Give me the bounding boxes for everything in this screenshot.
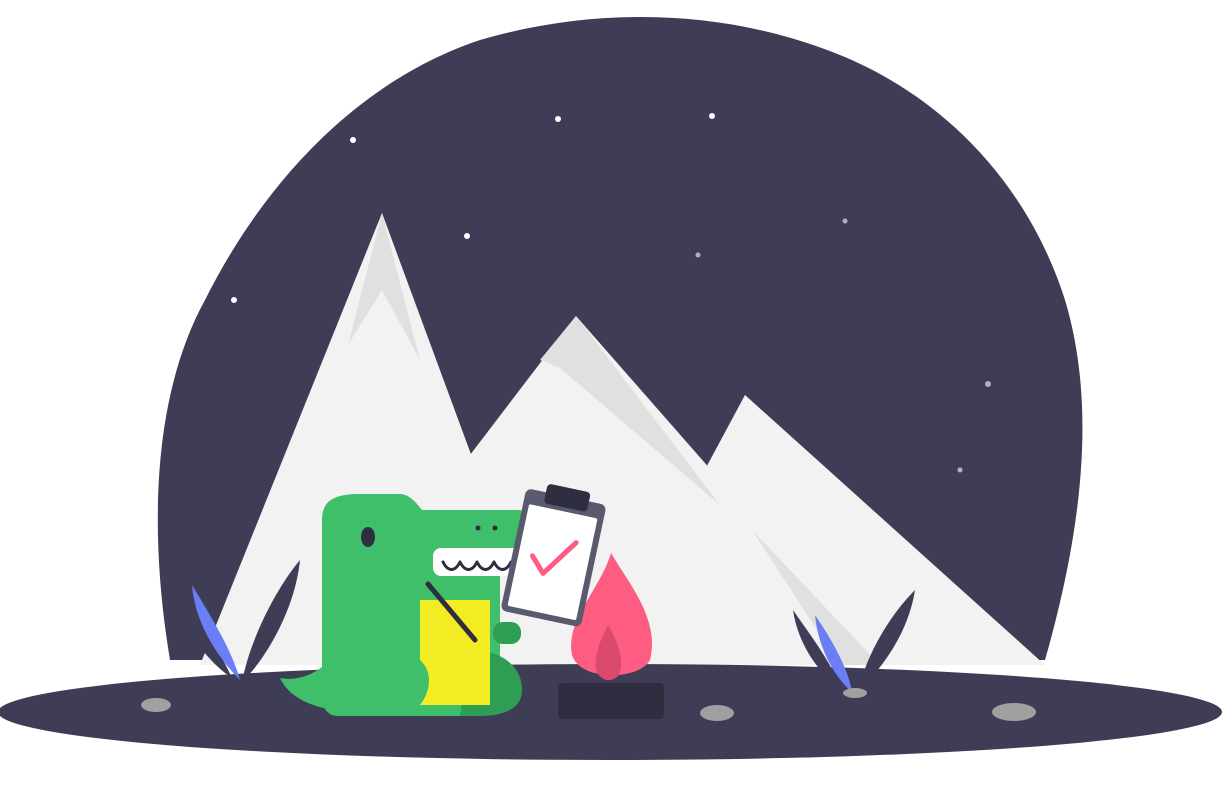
- star-icon: [350, 137, 356, 143]
- dino-arm: [493, 622, 521, 644]
- dino-nostril: [492, 525, 498, 531]
- star-icon: [555, 116, 561, 122]
- rock-icon: [992, 703, 1036, 721]
- star-icon: [842, 218, 848, 224]
- star-icon: [957, 467, 963, 473]
- star-icon: [709, 113, 715, 119]
- fire-base: [558, 683, 664, 719]
- star-icon: [231, 297, 237, 303]
- rock-icon: [700, 705, 734, 721]
- camping-dinosaur-illustration: [0, 0, 1222, 797]
- dino-eye: [361, 527, 375, 547]
- star-icon: [464, 233, 470, 239]
- dino-nostril: [475, 525, 481, 531]
- rock-icon: [141, 698, 171, 712]
- star-icon: [695, 252, 701, 258]
- illustration-canvas: [0, 17, 1222, 760]
- rock-icon: [843, 688, 867, 698]
- star-icon: [985, 381, 991, 387]
